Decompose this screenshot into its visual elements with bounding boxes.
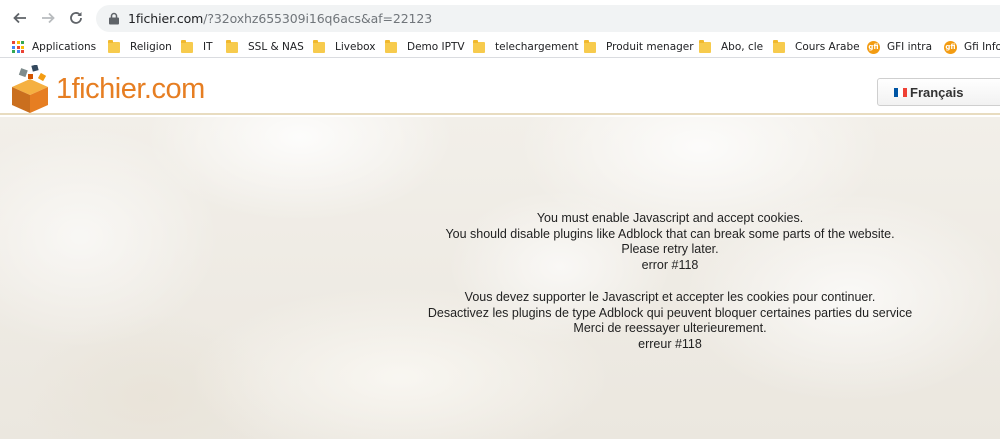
- language-selector[interactable]: Français: [877, 78, 1000, 106]
- bookmark-label: Applications: [32, 41, 97, 53]
- bookmark-produit-menager[interactable]: Produit menager: [584, 39, 694, 55]
- browser-toolbar: 1fichier.com/?32oxhz655309i16q6acs&af=22…: [0, 0, 1000, 36]
- folder-icon: [108, 39, 120, 53]
- reload-button[interactable]: [64, 6, 88, 30]
- gfi-icon: gfi: [944, 40, 957, 54]
- bookmark-religion[interactable]: Religion: [108, 39, 172, 55]
- bookmark-gfi-info[interactable]: gfi Gfi Info: [944, 39, 1000, 55]
- bookmark-label: Livebox: [335, 41, 376, 53]
- lock-icon: [109, 12, 119, 25]
- url-path: /?32oxhz655309i16q6acs&af=22123: [203, 11, 433, 26]
- folder-icon: [181, 39, 193, 53]
- message-line: Please retry later.: [621, 242, 719, 256]
- box-logo-icon: [12, 65, 48, 113]
- logo-text: 1fichier.com: [56, 73, 205, 105]
- back-button[interactable]: [8, 6, 32, 30]
- site-header: 1fichier.com Français: [0, 59, 1000, 115]
- bookmark-label: Gfi Info: [964, 41, 1000, 53]
- message-line: You should disable plugins like Adblock …: [445, 226, 895, 241]
- message-line: Desactivez les plugins de type Adblock q…: [427, 305, 913, 320]
- url-host: 1fichier.com: [128, 11, 204, 26]
- bookmark-demo-iptv[interactable]: Demo IPTV: [385, 39, 465, 55]
- main-content: You must enable Javascript and accept co…: [0, 117, 1000, 439]
- reload-icon: [70, 12, 82, 24]
- bookmark-telechargement[interactable]: telechargement: [473, 39, 579, 55]
- gfi-icon: gfi: [867, 40, 880, 54]
- folder-icon: [773, 39, 785, 53]
- arrow-left-icon: [13, 12, 26, 24]
- forward-button[interactable]: [36, 6, 60, 30]
- message-line: Vous devez supporter le Javascript et ac…: [464, 290, 876, 304]
- folder-icon: [226, 39, 238, 53]
- message-line: You must enable Javascript and accept co…: [536, 211, 804, 225]
- error-code: erreur #118: [638, 336, 702, 351]
- bookmark-label: Abo, cle: [721, 41, 764, 53]
- bookmark-label: telechargement: [495, 41, 579, 53]
- folder-icon: [584, 39, 596, 53]
- bookmark-label: Cours Arabe: [795, 41, 860, 53]
- folder-icon: [313, 39, 325, 53]
- bookmark-label: SSL & NAS: [248, 41, 304, 53]
- site-logo[interactable]: 1fichier.com: [6, 63, 220, 117]
- bookmark-label: IT: [203, 41, 213, 53]
- error-message-english: You must enable Javascript and accept co…: [330, 211, 1000, 273]
- bookmark-label: Religion: [130, 41, 172, 53]
- apps-grid-icon: [12, 41, 24, 53]
- bookmark-label: Demo IPTV: [407, 41, 465, 53]
- folder-icon: [699, 39, 711, 53]
- bookmarks-bar: Applications Religion IT SSL & NAS Liveb…: [0, 36, 1000, 58]
- language-label: Français: [910, 84, 964, 100]
- bookmark-abo-cle[interactable]: Abo, cle: [699, 39, 763, 55]
- bookmark-ssl-nas[interactable]: SSL & NAS: [226, 39, 304, 55]
- address-bar[interactable]: 1fichier.com/?32oxhz655309i16q6acs&af=22…: [96, 5, 1000, 32]
- folder-icon: [385, 39, 397, 53]
- bookmark-cours-arabe[interactable]: Cours Arabe: [773, 39, 860, 55]
- bookmark-it[interactable]: IT: [181, 39, 213, 55]
- url-text: 1fichier.com/?32oxhz655309i16q6acs&af=22…: [128, 11, 432, 26]
- bookmark-label: Produit menager: [606, 41, 694, 53]
- error-code: error #118: [641, 257, 699, 272]
- bookmark-applications[interactable]: Applications: [12, 39, 96, 55]
- flag-france-icon: [894, 87, 907, 97]
- arrow-right-icon: [42, 12, 55, 24]
- error-message-french: Vous devez supporter le Javascript et ac…: [330, 290, 1000, 352]
- folder-icon: [473, 39, 485, 53]
- bookmark-label: GFI intra: [887, 41, 933, 53]
- bookmark-gfi-intra[interactable]: gfi GFI intra: [867, 39, 932, 55]
- message-line: Merci de reessayer ulterieurement.: [573, 321, 767, 335]
- bookmark-livebox[interactable]: Livebox: [313, 39, 375, 55]
